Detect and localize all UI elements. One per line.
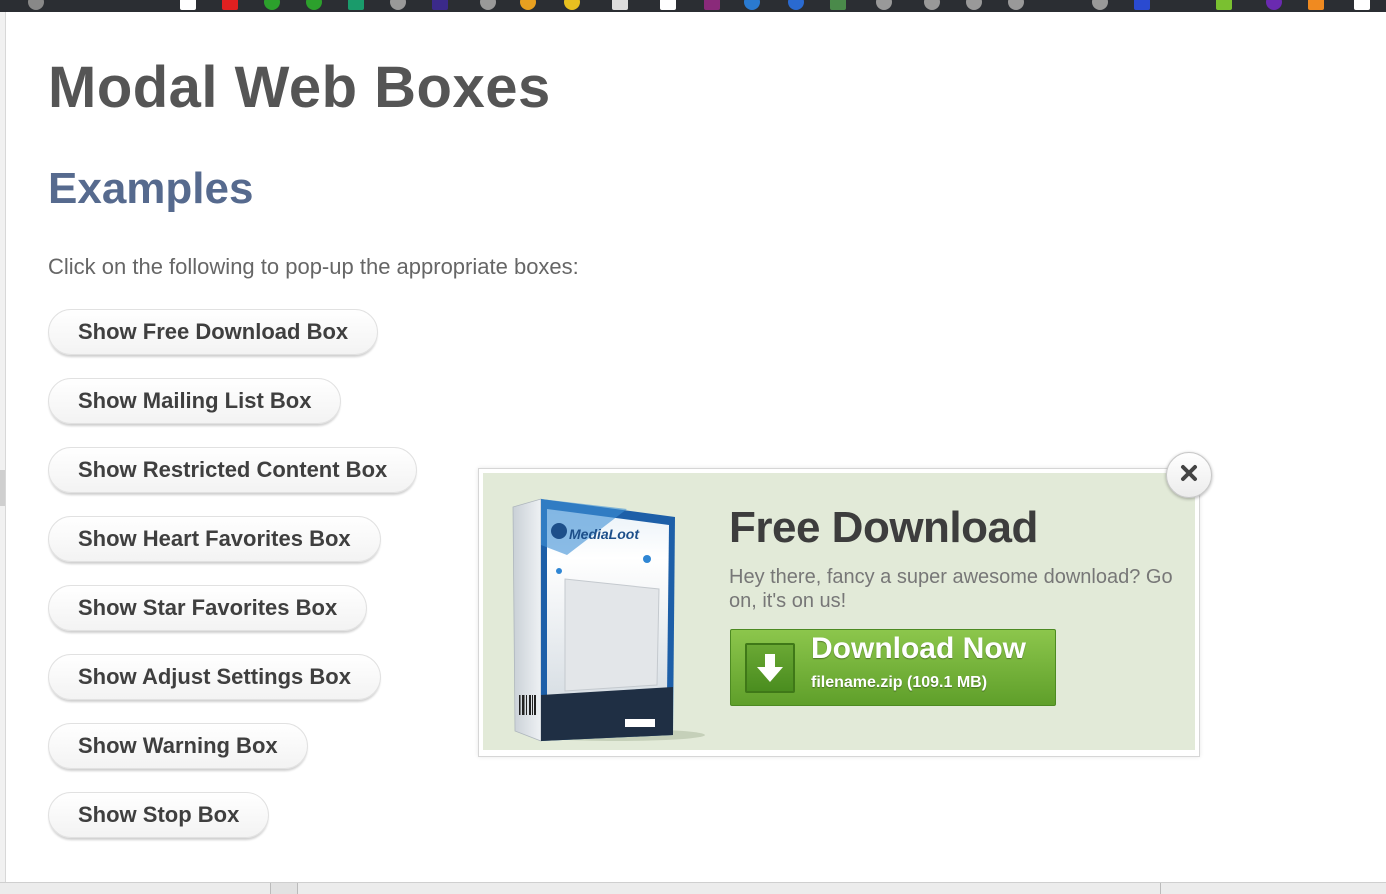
bookmark-icon[interactable] xyxy=(876,0,892,10)
modal-body: MediaLoot Free Download Hey there, fancy… xyxy=(483,473,1195,750)
bookmark-icon[interactable] xyxy=(612,0,628,10)
close-icon xyxy=(1179,463,1199,488)
bookmark-icon[interactable] xyxy=(1266,0,1282,10)
show-mailing-list-button[interactable]: Show Mailing List Box xyxy=(48,378,342,424)
scroll-toggle[interactable] xyxy=(270,883,298,894)
page-title: Modal Web Boxes xyxy=(48,55,551,120)
product-box-image: MediaLoot xyxy=(512,498,705,742)
bookmark-icon[interactable] xyxy=(264,0,280,10)
bottom-status-strip xyxy=(0,882,1386,894)
bookmarks-bar xyxy=(0,0,1386,12)
page-content: Modal Web Boxes Examples Click on the fo… xyxy=(6,12,1386,882)
bookmark-icon[interactable] xyxy=(480,0,496,10)
show-adjust-settings-button[interactable]: Show Adjust Settings Box xyxy=(48,654,381,700)
bookmark-icon[interactable] xyxy=(432,0,448,10)
side-panel-marker xyxy=(0,470,5,506)
show-star-favorites-button[interactable]: Show Star Favorites Box xyxy=(48,585,368,631)
bookmark-icon[interactable] xyxy=(788,0,804,10)
download-file-info: filename.zip (109.1 MB) xyxy=(811,674,988,691)
modal-title: Free Download xyxy=(729,503,1038,552)
modal-close-button[interactable] xyxy=(1166,452,1212,498)
bookmark-icon[interactable] xyxy=(704,0,720,10)
show-restricted-content-button[interactable]: Show Restricted Content Box xyxy=(48,447,418,493)
bookmark-icon[interactable] xyxy=(966,0,982,10)
show-heart-favorites-button[interactable]: Show Heart Favorites Box xyxy=(48,516,381,562)
bookmark-icon[interactable] xyxy=(306,0,322,10)
product-brand-text: MediaLoot xyxy=(569,526,640,542)
bookmark-icon[interactable] xyxy=(1092,0,1108,10)
download-now-button[interactable]: Download Now filename.zip (109.1 MB) xyxy=(730,629,1056,706)
strip-divider xyxy=(1160,883,1161,894)
arrow-down-icon xyxy=(745,643,795,693)
bookmark-icon[interactable] xyxy=(28,0,44,10)
show-free-download-button[interactable]: Show Free Download Box xyxy=(48,309,379,355)
bookmark-icon[interactable] xyxy=(180,0,196,10)
show-warning-button[interactable]: Show Warning Box xyxy=(48,723,308,769)
free-download-modal: MediaLoot Free Download Hey there, fancy… xyxy=(478,468,1200,757)
bookmark-icon[interactable] xyxy=(744,0,760,10)
bookmark-icon[interactable] xyxy=(1354,0,1370,10)
section-title: Examples xyxy=(48,164,254,213)
modal-description: Hey there, fancy a super awesome downloa… xyxy=(729,566,1173,612)
download-now-label: Download Now xyxy=(811,632,1026,665)
bookmark-icon[interactable] xyxy=(1216,0,1232,10)
bookmark-icon[interactable] xyxy=(1308,0,1324,10)
show-stop-button[interactable]: Show Stop Box xyxy=(48,792,270,838)
bookmark-icon[interactable] xyxy=(348,0,364,10)
bookmark-icon[interactable] xyxy=(390,0,406,10)
intro-text: Click on the following to pop-up the app… xyxy=(48,254,579,279)
bookmark-icon[interactable] xyxy=(660,0,676,10)
bookmark-icon[interactable] xyxy=(520,0,536,10)
bookmark-icon[interactable] xyxy=(564,0,580,10)
bookmark-icon[interactable] xyxy=(222,0,238,10)
bookmark-icon[interactable] xyxy=(830,0,846,10)
bookmark-icon[interactable] xyxy=(1008,0,1024,10)
bookmark-icon[interactable] xyxy=(924,0,940,10)
bookmark-icon[interactable] xyxy=(1134,0,1150,10)
